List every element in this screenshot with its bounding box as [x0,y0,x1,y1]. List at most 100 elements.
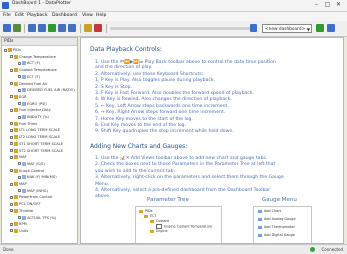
tree-item[interactable]: MAP (INHG) [18,188,48,194]
checkbox-icon[interactable] [18,216,21,219]
menu-playback[interactable]: Playback [27,13,48,18]
tree-item-label: ST1 SHORT TERM SCALE [19,141,64,146]
expand-icon[interactable] [10,135,13,139]
tree-item[interactable]: ST1 SHORT TERM SCALE [10,141,64,147]
step-forward-icon[interactable] [250,24,257,32]
tree-item[interactable]: DESIRED FUEL AIR (RATIO) [18,88,75,93]
remove-view-icon[interactable] [94,24,102,32]
tree-item[interactable]: ACT (F) [18,61,40,66]
skip-end-icon[interactable] [68,24,76,32]
tree-item[interactable]: MAF (G/S) [18,161,45,167]
add-chart-icon[interactable] [84,24,92,32]
checkbox-icon[interactable] [18,88,21,92]
title-bar: DashBoard 1 - DataPlotter – □ ✕ [0,0,347,12]
expand-icon[interactable] [10,229,13,233]
instruction-line: 2. Alternatively, use these Keyboard Sho… [95,71,204,77]
tree-item[interactable]: EGRO (PSI) [18,101,47,107]
checkbox-icon[interactable] [18,115,21,119]
menu-help[interactable]: Help [96,13,106,18]
play-icon[interactable] [48,24,56,32]
menu-view[interactable]: View [82,13,93,18]
checkbox-icon[interactable] [18,102,21,106]
tree-item-label: Knock Control [19,168,45,173]
checkbox-icon[interactable] [18,75,21,79]
expand-icon[interactable] [10,155,13,159]
tree-item[interactable]: PCL ON/OFF [10,202,41,207]
tree-item[interactable]: Units [10,228,28,234]
window-title: DashBoard 1 - DataPlotter [12,1,72,6]
expand-icon[interactable] [10,149,13,152]
tree-item[interactable]: EGR [10,94,27,100]
checkbox-icon[interactable] [18,61,21,65]
tree-item[interactable]: LT1 LONG TERM SCALE [10,128,60,133]
tree-item-label: KNK (F) MIN(MS) [27,175,57,180]
folder-icon [14,121,18,126]
tree-item-label: MAP (INHG) [27,188,48,193]
tree-item[interactable]: Charge Temperature [10,54,56,60]
tree-item[interactable]: PIDs [4,48,21,53]
tree-node: Engine [150,229,168,233]
instruction-line: you wish to add to the current tab. [95,168,175,174]
rewind-icon[interactable] [38,24,46,32]
expand-icon[interactable] [10,95,13,99]
tree-item[interactable]: ST2 SHORT TERM SCALE [10,148,63,154]
checkbox-icon[interactable] [18,189,21,193]
expand-icon[interactable] [10,55,13,59]
tree-item[interactable]: Throttle [10,208,33,214]
tree-item[interactable]: KNK (F) MIN(MS) [18,175,57,180]
save-icon[interactable] [13,24,21,32]
expand-icon[interactable] [10,202,13,206]
expand-icon[interactable] [10,68,13,72]
expand-icon[interactable] [10,169,13,173]
expand-icon[interactable] [10,82,13,85]
expand-icon[interactable] [4,48,7,52]
folder-icon [14,94,18,99]
caption-parameter-tree: Parameter Tree [147,197,189,203]
open-icon[interactable] [3,24,11,32]
playback-timeline-slider[interactable] [110,27,250,30]
instruction-line: 7. Home Key moves to the start of the lo… [95,116,193,122]
parameter-icon [22,101,26,106]
close-button[interactable]: ✕ [334,1,343,9]
tree-item[interactable]: MAF [10,155,27,160]
expand-icon[interactable] [10,182,13,186]
dashboard-select[interactable]: <new dashboard> ▼ [262,24,312,33]
menu-dashboard[interactable]: Dashboard [52,13,77,18]
tree-item[interactable]: Fuel Trims [10,121,37,127]
fast-forward-icon[interactable] [58,24,66,32]
tree-item[interactable]: ACTUAL TPS (%) [18,215,56,221]
expand-icon[interactable] [10,209,13,213]
checkbox-icon[interactable] [18,162,21,166]
checkbox-icon[interactable] [18,175,21,179]
maximize-button[interactable]: □ [323,1,332,9]
caption-gauge-menu: Gauge Menu [262,197,297,203]
tree-item[interactable]: INJDUTY (%) [18,115,49,120]
menu-edit[interactable]: Edit [15,13,24,18]
expand-icon[interactable] [10,142,13,146]
rewind-start-icon[interactable] [28,24,36,32]
tree-item[interactable]: RPM [10,222,27,227]
expand-icon[interactable] [10,108,13,112]
tree-item[interactable]: MAP [10,182,27,187]
tree-item[interactable]: Fuel Injector Duty [10,108,51,113]
tree-item[interactable]: Knock Control [10,168,45,174]
tree-item[interactable]: ECT (F) [18,74,40,80]
folder-icon [14,141,18,146]
tree-item[interactable]: Coolant Temperature [10,68,57,73]
expand-icon[interactable] [10,222,13,226]
menu-file[interactable]: File [3,13,11,18]
folder-icon [14,202,18,207]
save-dashboard-icon[interactable] [327,24,335,32]
app-window: DashBoard 1 - DataPlotter – □ ✕ File Edi… [0,0,347,254]
tree-item[interactable]: Desired Fuel Air [10,81,47,87]
expand-icon[interactable] [10,122,13,126]
expand-icon[interactable] [10,128,13,132]
tree-item[interactable]: Powertrain Control [10,195,52,200]
minimize-button[interactable]: – [312,1,321,9]
add-dashboard-icon[interactable] [316,24,324,32]
toolbar-separator [24,24,25,33]
tree-item[interactable]: LT2 LONG TERM SCALE [10,135,60,140]
expand-icon[interactable] [10,195,13,199]
chevron-down-icon: ▼ [306,27,310,32]
parameter-icon [22,215,26,220]
